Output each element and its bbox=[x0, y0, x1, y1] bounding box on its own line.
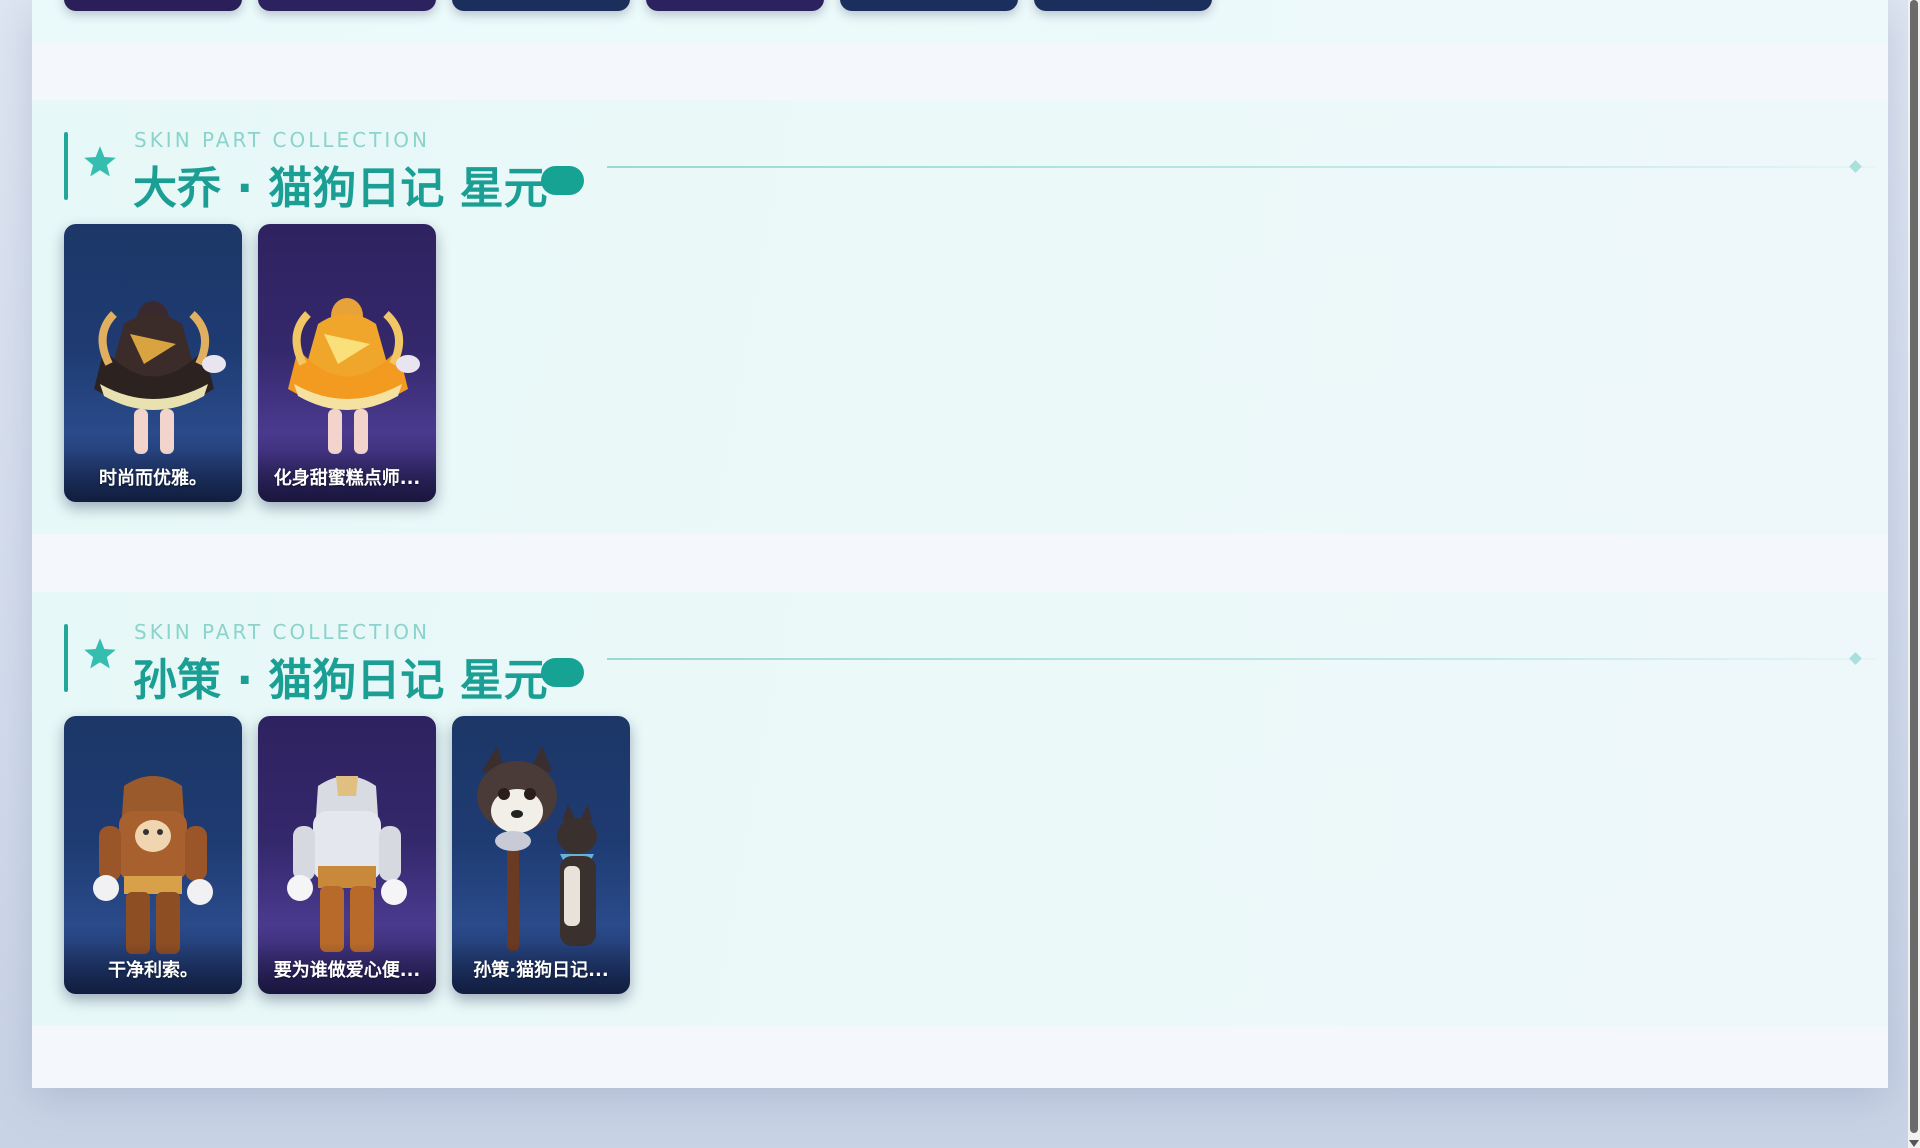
vertical-scrollbar[interactable] bbox=[1908, 0, 1920, 1148]
section-kicker: SKIN PART COLLECTION bbox=[134, 620, 430, 644]
partial-card[interactable] bbox=[64, 0, 242, 11]
partial-card[interactable] bbox=[646, 0, 824, 11]
card-label: 要为谁做爱心便... bbox=[273, 960, 421, 981]
star-icon bbox=[84, 638, 116, 669]
skin-part-card[interactable]: 孙策·猫狗日记... bbox=[452, 716, 630, 994]
partial-card[interactable] bbox=[840, 0, 1018, 11]
scrollbar-thumb[interactable] bbox=[1910, 0, 1918, 1133]
pill-badge bbox=[541, 658, 584, 687]
card-label: 孙策·猫狗日记... bbox=[473, 960, 609, 981]
section-accent-bar bbox=[64, 624, 68, 692]
pill-badge bbox=[541, 166, 584, 195]
section-divider bbox=[607, 658, 1877, 660]
card-label: 干净利索。 bbox=[108, 960, 198, 981]
skin-section: SKIN PART COLLECTION 大乔 · 猫狗日记 星元 时尚而优雅。 bbox=[32, 100, 1888, 534]
section-kicker: SKIN PART COLLECTION bbox=[134, 128, 430, 152]
diamond-icon bbox=[1849, 160, 1862, 173]
previous-section-strip bbox=[32, 0, 1888, 44]
diamond-icon bbox=[1849, 652, 1862, 665]
skin-part-card[interactable]: 时尚而优雅。 bbox=[64, 224, 242, 502]
section-title: 孙策 · 猫狗日记 星元 bbox=[133, 655, 548, 706]
star-icon bbox=[84, 146, 116, 177]
skin-section: SKIN PART COLLECTION 孙策 · 猫狗日记 星元 干净利索。 bbox=[32, 592, 1888, 1026]
scroll-down-arrow-icon[interactable] bbox=[1909, 1140, 1919, 1147]
skin-part-card[interactable]: 化身甜蜜糕点师... bbox=[258, 224, 436, 502]
partial-card[interactable] bbox=[1034, 0, 1212, 11]
skin-part-card[interactable]: 干净利索。 bbox=[64, 716, 242, 994]
section-title: 大乔 · 猫狗日记 星元 bbox=[133, 163, 548, 214]
main-panel: SKIN PART COLLECTION 大乔 · 猫狗日记 星元 时尚而优雅。 bbox=[32, 0, 1888, 1088]
skin-part-card[interactable]: 要为谁做爱心便... bbox=[258, 716, 436, 994]
partial-card[interactable] bbox=[258, 0, 436, 11]
card-label: 化身甜蜜糕点师... bbox=[273, 468, 421, 489]
section-divider bbox=[607, 166, 1877, 168]
card-label: 时尚而优雅。 bbox=[99, 468, 207, 489]
partial-card[interactable] bbox=[452, 0, 630, 11]
section-accent-bar bbox=[64, 132, 68, 200]
